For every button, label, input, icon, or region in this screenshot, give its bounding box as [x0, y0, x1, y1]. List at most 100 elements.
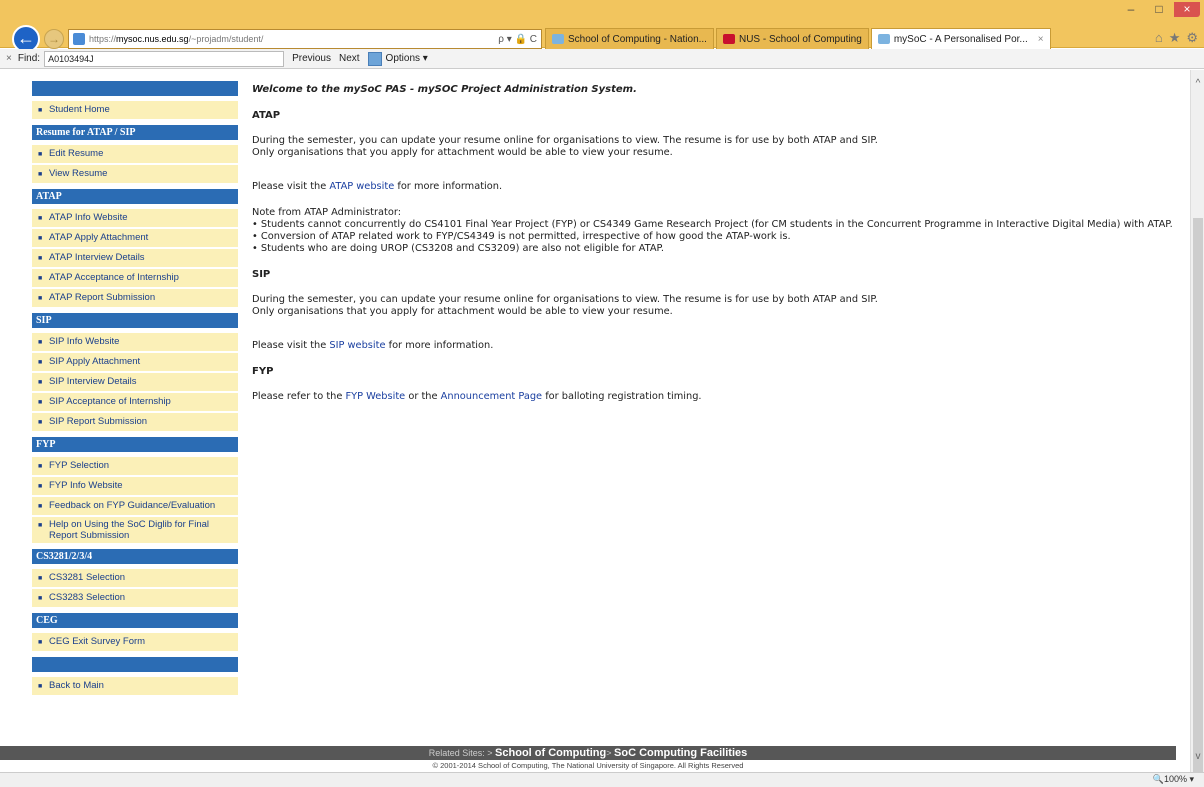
atap-heading: ATAP — [252, 110, 281, 121]
sidebar-item-label: View Resume — [49, 168, 108, 179]
sidebar-item-label: SIP Info Website — [49, 336, 120, 347]
sip-resume-line1: During the semester, you can update your… — [252, 294, 878, 305]
page-footer: Related Sites: > School of Computing> So… — [0, 746, 1176, 772]
bullet-icon: ■ — [38, 483, 43, 490]
close-window-button[interactable]: × — [1174, 2, 1200, 17]
fyp-heading: FYP — [252, 366, 274, 377]
sidebar-item-atap-info-website[interactable]: ■ ATAP Info Website — [32, 209, 238, 229]
bullet-icon: ■ — [38, 683, 43, 690]
sidebar-item-cs3283-selection[interactable]: ■ CS3283 Selection — [32, 589, 238, 609]
sidebar-item-label: ATAP Report Submission — [49, 292, 156, 303]
sip-website-link[interactable]: SIP website — [329, 340, 385, 351]
sidebar-item-label: Back to Main — [49, 680, 104, 691]
sidebar-item-fyp-selection[interactable]: ■ FYP Selection — [32, 457, 238, 477]
copyright-text: © 2001-2014 School of Computing, The Nat… — [0, 760, 1176, 772]
sidebar-item-sip-report-submission[interactable]: ■ SIP Report Submission — [32, 413, 238, 433]
find-previous-button[interactable]: Previous — [292, 53, 331, 64]
settings-gear-icon[interactable]: ⚙ — [1186, 30, 1198, 46]
bullet-icon: ■ — [38, 255, 43, 262]
address-tools[interactable]: ρ ▾ 🔒 C — [498, 34, 541, 45]
bullet-icon: ■ — [38, 235, 43, 242]
atap-resume-line1: During the semester, you can update your… — [252, 135, 878, 146]
atap-note-3: • Students who are doing UROP (CS3208 an… — [252, 243, 665, 254]
find-next-button[interactable]: Next — [339, 53, 360, 64]
atap-website-link[interactable]: ATAP website — [329, 181, 394, 192]
find-close-icon[interactable]: × — [6, 53, 12, 64]
bullet-icon: ■ — [38, 399, 43, 406]
vertical-scrollbar[interactable]: ^ v — [1190, 70, 1204, 787]
fyp-website-link[interactable]: FYP Website — [346, 391, 406, 402]
find-input[interactable]: A0103494J — [44, 50, 285, 67]
zoom-level[interactable]: 🔍100% ▾ — [1153, 774, 1194, 785]
scroll-thumb[interactable] — [1193, 218, 1203, 787]
sidebar-top-header — [32, 81, 238, 96]
sidebar-item-label: SIP Apply Attachment — [49, 356, 141, 367]
bullet-icon: ■ — [38, 419, 43, 426]
address-bar[interactable]: https://mysoc.nus.edu.sg/~projadm/studen… — [68, 29, 542, 49]
sidebar-item-sip-info-website[interactable]: ■ SIP Info Website — [32, 333, 238, 353]
sidebar-item-view-resume[interactable]: ■ View Resume — [32, 165, 238, 185]
minimize-button[interactable]: – — [1118, 2, 1144, 17]
scroll-up-icon[interactable]: ^ — [1191, 78, 1204, 89]
sidebar-item-label: Edit Resume — [49, 148, 104, 159]
status-bar: 🔍100% ▾ — [0, 772, 1204, 787]
sidebar-item-atap-apply-attachment[interactable]: ■ ATAP Apply Attachment — [32, 229, 238, 249]
bullet-icon: ■ — [38, 595, 43, 602]
sidebar-item-sip-acceptance-of-internship[interactable]: ■ SIP Acceptance of Internship — [32, 393, 238, 413]
nus-favicon-icon — [722, 34, 735, 44]
sidebar-item-back-to-main[interactable]: ■ Back to Main — [32, 677, 238, 697]
bullet-icon: ■ — [38, 359, 43, 366]
url-text: https://mysoc.nus.edu.sg/~projadm/studen… — [89, 34, 264, 44]
maximize-button[interactable]: □ — [1146, 2, 1172, 17]
sidebar-item-atap-report-submission[interactable]: ■ ATAP Report Submission — [32, 289, 238, 309]
main-content: Welcome to the mySoC PAS - mySOC Project… — [252, 84, 1178, 403]
sidebar-section-ceg: CEG — [32, 613, 238, 628]
sidebar-item-cs3281-selection[interactable]: ■ CS3281 Selection — [32, 569, 238, 589]
sidebar-item-atap-acceptance-of-internship[interactable]: ■ ATAP Acceptance of Internship — [32, 269, 238, 289]
favorites-star-icon[interactable]: ★ — [1169, 30, 1181, 46]
sidebar-item-label: CS3281 Selection — [49, 572, 126, 583]
atap-visit-text: Please visit the ATAP website for more i… — [252, 181, 503, 192]
page-viewport: ■ Student Home Resume for ATAP / SIP ■ Edit… — [0, 70, 1190, 772]
forward-button[interactable]: → — [44, 29, 64, 49]
sidebar-item-label: Student Home — [49, 104, 110, 115]
sidebar-item-label: CEG Exit Survey Form — [49, 636, 146, 647]
browser-title-bar: – □ × ← → https://mysoc.nus.edu.sg/~proj… — [0, 0, 1204, 53]
bullet-icon: ■ — [38, 575, 43, 582]
soc-facilities-footer-link[interactable]: SoC Computing Facilities — [614, 747, 747, 759]
tab-soc-nation[interactable]: School of Computing - Nation... — [545, 28, 714, 49]
home-icon[interactable]: ⌂ — [1155, 30, 1163, 46]
browser-tool-icons: ⌂ ★ ⚙ — [1155, 30, 1198, 46]
bullet-icon: ■ — [38, 171, 43, 178]
bullet-icon: ■ — [38, 151, 43, 158]
bullet-icon: ■ — [38, 379, 43, 386]
sidebar-item-feedback-on-fyp-guidance-evaluation[interactable]: ■ Feedback on FYP Guidance/Evaluation — [32, 497, 238, 517]
sidebar-item-label: Help on Using the SoC Diglib for Final R… — [49, 519, 209, 541]
sidebar-item-student-home[interactable]: ■ Student Home — [32, 101, 238, 121]
find-options-button[interactable]: Options ▾ — [367, 51, 428, 66]
sidebar-item-fyp-info-website[interactable]: ■ FYP Info Website — [32, 477, 238, 497]
sidebar-item-edit-resume[interactable]: ■ Edit Resume — [32, 145, 238, 165]
window-controls: – □ × — [1118, 2, 1200, 17]
forward-arrow-icon: → — [48, 32, 60, 46]
scroll-down-icon[interactable]: v — [1191, 751, 1204, 762]
sidebar-item-sip-interview-details[interactable]: ■ SIP Interview Details — [32, 373, 238, 393]
soc-footer-link[interactable]: School of Computing — [495, 747, 606, 759]
sidebar-section-cs3281-2-3-4: CS3281/2/3/4 — [32, 549, 238, 564]
tab-close-icon[interactable]: × — [1038, 34, 1044, 45]
tab-mysoc[interactable]: mySoC - A Personalised Por... × — [870, 28, 1051, 49]
announcement-page-link[interactable]: Announcement Page — [441, 391, 542, 402]
tab-nus-soc[interactable]: NUS - School of Computing — [715, 28, 869, 49]
sidebar-item-sip-apply-attachment[interactable]: ■ SIP Apply Attachment — [32, 353, 238, 373]
sidebar-item-ceg-exit-survey-form[interactable]: ■ CEG Exit Survey Form — [32, 633, 238, 653]
sidebar-item-help-on-using-the-soc-diglib-for-final-report-submission[interactable]: ■ Help on Using the SoC Diglib for Final … — [32, 517, 238, 545]
related-sites-bar: Related Sites: > School of Computing> So… — [0, 746, 1176, 760]
sidebar-item-label: SIP Interview Details — [49, 376, 137, 387]
atap-resume-line2: Only organisations that you apply for at… — [252, 147, 673, 158]
sidebar-item-label: SIP Acceptance of Internship — [49, 396, 171, 407]
sidebar-item-atap-interview-details[interactable]: ■ ATAP Interview Details — [32, 249, 238, 269]
sidebar-section-sip: SIP — [32, 313, 238, 328]
bullet-icon: ■ — [38, 463, 43, 470]
site-favicon-icon — [73, 33, 85, 45]
sidebar-section-blank — [32, 657, 238, 672]
